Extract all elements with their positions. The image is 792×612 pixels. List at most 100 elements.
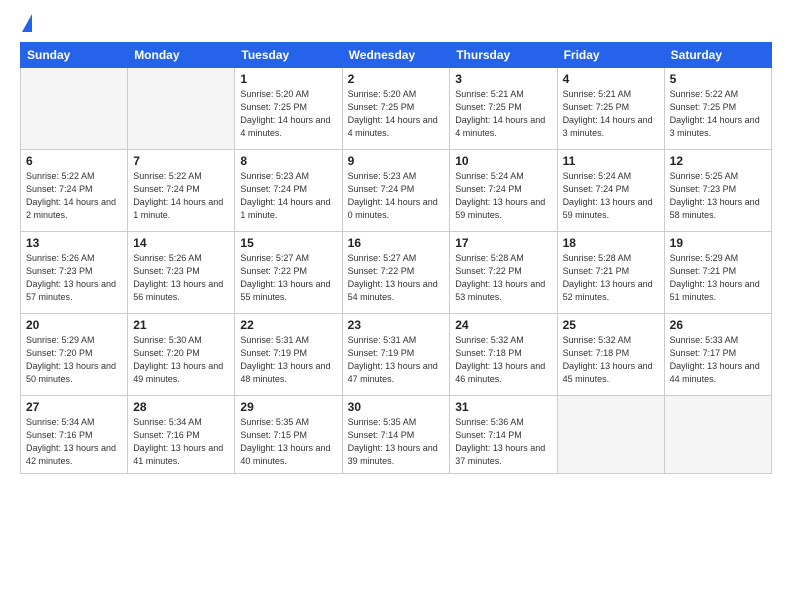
day-number: 2 xyxy=(348,72,445,86)
day-info: Sunrise: 5:24 AM Sunset: 7:24 PM Dayligh… xyxy=(455,170,551,222)
day-number: 29 xyxy=(240,400,336,414)
day-number: 15 xyxy=(240,236,336,250)
calendar-cell: 12 Sunrise: 5:25 AM Sunset: 7:23 PM Dayli… xyxy=(664,150,771,232)
calendar-cell: 7 Sunrise: 5:22 AM Sunset: 7:24 PM Daylig… xyxy=(128,150,235,232)
day-number: 5 xyxy=(670,72,766,86)
day-number: 6 xyxy=(26,154,122,168)
logo xyxy=(20,18,32,32)
calendar-cell: 6 Sunrise: 5:22 AM Sunset: 7:24 PM Daylig… xyxy=(21,150,128,232)
calendar-cell xyxy=(128,68,235,150)
calendar-cell: 10 Sunrise: 5:24 AM Sunset: 7:24 PM Dayli… xyxy=(450,150,557,232)
day-info: Sunrise: 5:35 AM Sunset: 7:14 PM Dayligh… xyxy=(348,416,445,468)
day-info: Sunrise: 5:30 AM Sunset: 7:20 PM Dayligh… xyxy=(133,334,229,386)
calendar-row-1: 1 Sunrise: 5:20 AM Sunset: 7:25 PM Daylig… xyxy=(21,68,772,150)
calendar-cell: 14 Sunrise: 5:26 AM Sunset: 7:23 PM Dayli… xyxy=(128,232,235,314)
calendar-cell: 4Sunrise: 5:21 AM Sunset: 7:25 PM Daylig… xyxy=(557,68,664,150)
day-number: 11 xyxy=(563,154,659,168)
day-number: 25 xyxy=(563,318,659,332)
day-info: Sunrise: 5:28 AM Sunset: 7:21 PM Dayligh… xyxy=(563,252,659,304)
day-number: 10 xyxy=(455,154,551,168)
day-number: 1 xyxy=(240,72,336,86)
day-number: 8 xyxy=(240,154,336,168)
day-number: 23 xyxy=(348,318,445,332)
calendar-cell xyxy=(664,396,771,474)
day-number: 12 xyxy=(670,154,766,168)
weekday-header-saturday: Saturday xyxy=(664,43,771,68)
day-info: Sunrise: 5:20 AM Sunset: 7:25 PM Dayligh… xyxy=(240,88,336,140)
calendar-cell: 18 Sunrise: 5:28 AM Sunset: 7:21 PM Dayli… xyxy=(557,232,664,314)
day-number: 30 xyxy=(348,400,445,414)
day-info: Sunrise: 5:34 AM Sunset: 7:16 PM Dayligh… xyxy=(133,416,229,468)
day-info: Sunrise: 5:31 AM Sunset: 7:19 PM Dayligh… xyxy=(348,334,445,386)
day-number: 28 xyxy=(133,400,229,414)
day-info: Sunrise: 5:29 AM Sunset: 7:21 PM Dayligh… xyxy=(670,252,766,304)
header xyxy=(20,18,772,32)
day-info: Sunrise: 5:35 AM Sunset: 7:15 PM Dayligh… xyxy=(240,416,336,468)
calendar-cell: 20 Sunrise: 5:29 AM Sunset: 7:20 PM Dayli… xyxy=(21,314,128,396)
calendar-cell: 1 Sunrise: 5:20 AM Sunset: 7:25 PM Daylig… xyxy=(235,68,342,150)
day-info: Sunrise: 5:36 AM Sunset: 7:14 PM Dayligh… xyxy=(455,416,551,468)
day-info: Sunrise: 5:22 AM Sunset: 7:24 PM Dayligh… xyxy=(26,170,122,222)
day-number: 18 xyxy=(563,236,659,250)
calendar-cell: 13 Sunrise: 5:26 AM Sunset: 7:23 PM Dayli… xyxy=(21,232,128,314)
weekday-header-sunday: Sunday xyxy=(21,43,128,68)
day-info: Sunrise: 5:29 AM Sunset: 7:20 PM Dayligh… xyxy=(26,334,122,386)
weekday-header-thursday: Thursday xyxy=(450,43,557,68)
day-number: 9 xyxy=(348,154,445,168)
day-info: Sunrise: 5:24 AM Sunset: 7:24 PM Dayligh… xyxy=(563,170,659,222)
weekday-header-friday: Friday xyxy=(557,43,664,68)
day-number: 21 xyxy=(133,318,229,332)
calendar-cell: 2Sunrise: 5:20 AM Sunset: 7:25 PM Daylig… xyxy=(342,68,450,150)
day-number: 3 xyxy=(455,72,551,86)
weekday-header-tuesday: Tuesday xyxy=(235,43,342,68)
calendar-cell: 16Sunrise: 5:27 AM Sunset: 7:22 PM Dayli… xyxy=(342,232,450,314)
day-number: 31 xyxy=(455,400,551,414)
calendar-cell: 29 Sunrise: 5:35 AM Sunset: 7:15 PM Dayli… xyxy=(235,396,342,474)
page: SundayMondayTuesdayWednesdayThursdayFrid… xyxy=(0,0,792,612)
day-info: Sunrise: 5:34 AM Sunset: 7:16 PM Dayligh… xyxy=(26,416,122,468)
day-info: Sunrise: 5:23 AM Sunset: 7:24 PM Dayligh… xyxy=(240,170,336,222)
day-number: 22 xyxy=(240,318,336,332)
calendar-cell: 22 Sunrise: 5:31 AM Sunset: 7:19 PM Dayli… xyxy=(235,314,342,396)
calendar-cell: 30 Sunrise: 5:35 AM Sunset: 7:14 PM Dayli… xyxy=(342,396,450,474)
day-info: Sunrise: 5:26 AM Sunset: 7:23 PM Dayligh… xyxy=(26,252,122,304)
calendar-cell: 24 Sunrise: 5:32 AM Sunset: 7:18 PM Dayli… xyxy=(450,314,557,396)
calendar-cell: 26 Sunrise: 5:33 AM Sunset: 7:17 PM Dayli… xyxy=(664,314,771,396)
calendar-cell: 28 Sunrise: 5:34 AM Sunset: 7:16 PM Dayli… xyxy=(128,396,235,474)
calendar-cell xyxy=(557,396,664,474)
day-info: Sunrise: 5:22 AM Sunset: 7:25 PM Dayligh… xyxy=(670,88,766,140)
day-number: 26 xyxy=(670,318,766,332)
calendar-cell: 31 Sunrise: 5:36 AM Sunset: 7:14 PM Dayli… xyxy=(450,396,557,474)
calendar: SundayMondayTuesdayWednesdayThursdayFrid… xyxy=(20,42,772,474)
day-number: 7 xyxy=(133,154,229,168)
day-info: Sunrise: 5:22 AM Sunset: 7:24 PM Dayligh… xyxy=(133,170,229,222)
calendar-row-5: 27Sunrise: 5:34 AM Sunset: 7:16 PM Dayli… xyxy=(21,396,772,474)
calendar-cell xyxy=(21,68,128,150)
calendar-row-2: 6 Sunrise: 5:22 AM Sunset: 7:24 PM Daylig… xyxy=(21,150,772,232)
day-info: Sunrise: 5:28 AM Sunset: 7:22 PM Dayligh… xyxy=(455,252,551,304)
day-info: Sunrise: 5:25 AM Sunset: 7:23 PM Dayligh… xyxy=(670,170,766,222)
weekday-header-monday: Monday xyxy=(128,43,235,68)
day-number: 19 xyxy=(670,236,766,250)
day-info: Sunrise: 5:32 AM Sunset: 7:18 PM Dayligh… xyxy=(563,334,659,386)
day-info: Sunrise: 5:33 AM Sunset: 7:17 PM Dayligh… xyxy=(670,334,766,386)
calendar-cell: 9Sunrise: 5:23 AM Sunset: 7:24 PM Daylig… xyxy=(342,150,450,232)
day-info: Sunrise: 5:26 AM Sunset: 7:23 PM Dayligh… xyxy=(133,252,229,304)
day-number: 24 xyxy=(455,318,551,332)
calendar-cell: 8 Sunrise: 5:23 AM Sunset: 7:24 PM Daylig… xyxy=(235,150,342,232)
day-number: 17 xyxy=(455,236,551,250)
calendar-cell: 19 Sunrise: 5:29 AM Sunset: 7:21 PM Dayli… xyxy=(664,232,771,314)
calendar-cell: 17 Sunrise: 5:28 AM Sunset: 7:22 PM Dayli… xyxy=(450,232,557,314)
calendar-cell: 23 Sunrise: 5:31 AM Sunset: 7:19 PM Dayli… xyxy=(342,314,450,396)
day-info: Sunrise: 5:32 AM Sunset: 7:18 PM Dayligh… xyxy=(455,334,551,386)
calendar-cell: 15Sunrise: 5:27 AM Sunset: 7:22 PM Dayli… xyxy=(235,232,342,314)
day-number: 20 xyxy=(26,318,122,332)
calendar-cell: 3Sunrise: 5:21 AM Sunset: 7:25 PM Daylig… xyxy=(450,68,557,150)
day-number: 14 xyxy=(133,236,229,250)
day-number: 13 xyxy=(26,236,122,250)
calendar-row-3: 13 Sunrise: 5:26 AM Sunset: 7:23 PM Dayli… xyxy=(21,232,772,314)
day-info: Sunrise: 5:31 AM Sunset: 7:19 PM Dayligh… xyxy=(240,334,336,386)
calendar-header-row: SundayMondayTuesdayWednesdayThursdayFrid… xyxy=(21,43,772,68)
logo-triangle-icon xyxy=(22,14,32,32)
day-number: 16 xyxy=(348,236,445,250)
